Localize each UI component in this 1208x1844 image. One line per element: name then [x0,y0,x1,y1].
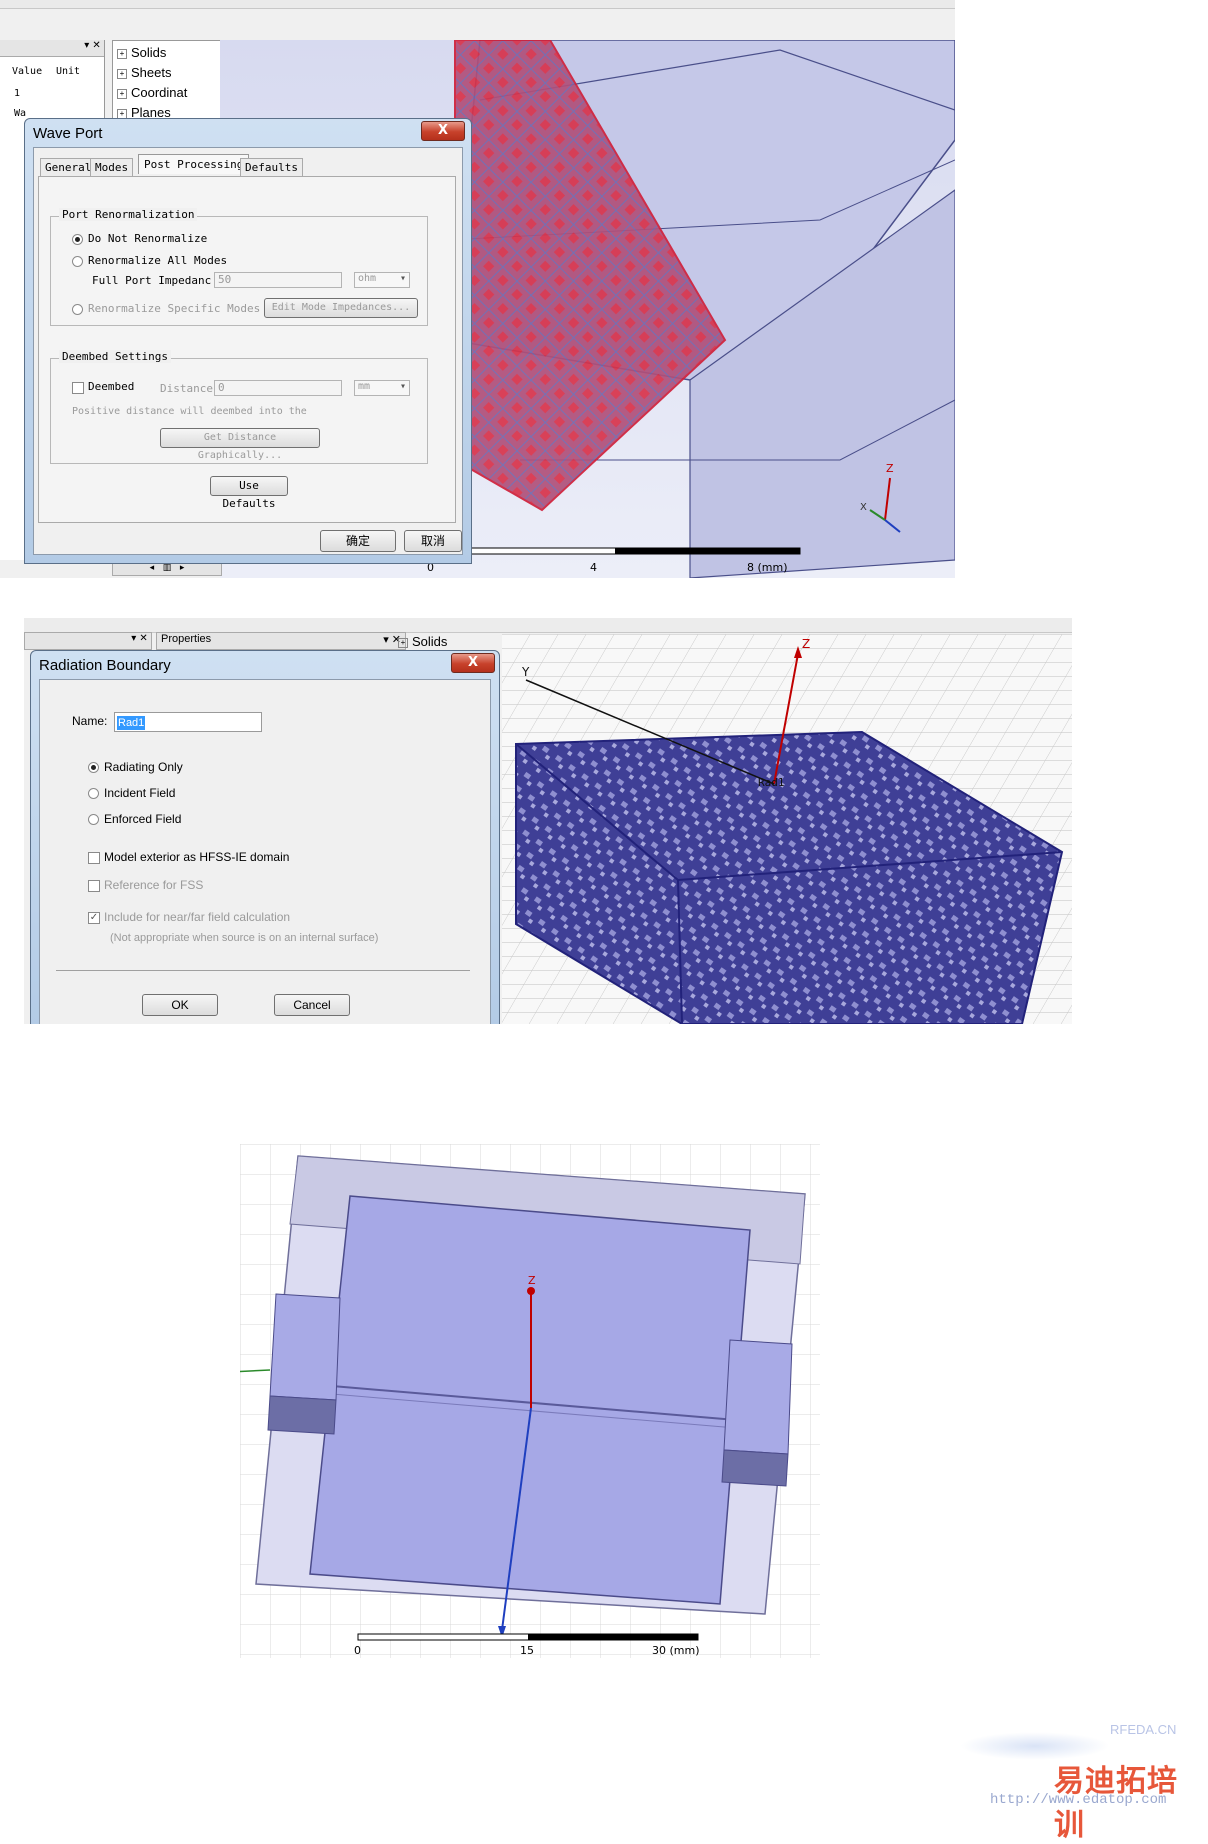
panel-header: ▾ ✕ [0,40,104,57]
deembed-label: Deembed [88,380,135,393]
checkbox-label: Include for near/far field calculation [104,910,291,924]
watermark: RFEDA.CN 易迪拓培训 http://www.edatop.com [950,1712,1206,1843]
scale-tick-2: 8 (mm) [747,561,788,574]
full-port-impedance-input[interactable]: 50 [214,272,342,288]
axis-z-label: Z [528,1274,536,1287]
dialog-body: General Modes Post Processing Defaults P… [33,147,463,555]
ok-button[interactable]: OK [142,994,218,1016]
tab-general[interactable]: General [40,158,97,176]
axis-z-label: Z [886,462,894,475]
radio-label: Radiating Only [104,760,183,774]
close-button[interactable]: X [421,121,465,141]
radio-label: Renormalize All Modes [88,254,228,267]
radio-label: Enforced Field [104,812,182,826]
use-defaults-button[interactable]: Use Defaults [210,476,288,510]
axis-z-label: Z [802,637,810,651]
watermark-site: RFEDA.CN [1110,1722,1177,1737]
reference-fss-checkbox[interactable] [88,880,100,892]
scale-tick-1: 4 [590,561,597,574]
tree-item-coordinates[interactable]: + Coordinat [117,85,187,100]
dialog-title: Radiation Boundary [39,657,171,674]
impedance-unit-select[interactable]: ohm [354,272,410,288]
axis-y-label: Y [521,665,530,679]
viewport-3d[interactable]: Z 0 15 30 (mm) [240,1144,820,1658]
include-near-far-checkbox[interactable]: ✓ [88,912,100,924]
boundary-label: Rad1 [758,776,785,789]
watermark-url: http://www.edatop.com [990,1792,1167,1808]
model-exterior-checkbox[interactable] [88,852,100,864]
wave-port-dialog: Wave Port X General Modes Post Processin… [24,118,472,564]
radiation-boundary-dialog: Radiation Boundary X Name: Rad1 Radiatin… [30,650,500,1024]
deembed-hint: Positive distance will deembed into the [72,406,307,417]
group-label: Port Renormalization [59,208,198,221]
toolbar [0,0,955,9]
get-distance-graphically-button[interactable]: Get Distance Graphically... [160,428,320,461]
tree-item-solids[interactable]: + Solids [117,45,166,60]
radio-enforced-field[interactable] [88,814,99,825]
shot-model-top-view: Z 0 15 30 (mm) [240,1144,820,1658]
scale-tick-0: 0 [354,1644,361,1657]
radio-label: Incident Field [104,786,176,800]
radio-renormalize-specific[interactable] [72,304,83,315]
edit-mode-impedances-button[interactable]: Edit Mode Impedances... [264,298,418,318]
dialog-title: Wave Port [33,125,103,142]
deembed-checkbox[interactable] [72,382,84,394]
radio-renormalize-all[interactable] [72,256,83,267]
viewport-3d[interactable]: Z Y Rad1 [502,634,1072,1024]
table-cell: 1 [14,88,21,99]
note-text: (Not appropriate when source is on an in… [110,932,379,944]
name-input[interactable]: Rad1 [114,712,262,732]
table-cell: Wa [14,108,27,119]
distance-input[interactable]: 0 [214,380,342,396]
close-button[interactable]: X [451,653,495,673]
cancel-button[interactable]: Cancel [274,994,350,1016]
radio-label: Do Not Renormalize [88,232,208,245]
distance-label: Distance [160,382,213,395]
name-input-value: Rad1 [117,716,146,730]
radio-radiating-only[interactable] [88,762,99,773]
radio-incident-field[interactable] [88,788,99,799]
radio-no-renormalize[interactable] [72,234,83,245]
toolbar [24,618,1072,633]
axis-x-label: X [860,502,867,513]
radio-label: Renormalize Specific Modes [88,302,261,315]
checkbox-label: Model exterior as HFSS-IE domain [104,850,290,864]
ok-button[interactable]: 确定 [320,530,396,552]
name-label: Name: [72,714,108,728]
full-port-label: Full Port Impedanc [92,274,212,287]
distance-unit-select[interactable]: mm [354,380,410,396]
scale-tick-1: 15 [520,1644,534,1657]
scale-tick-2: 30 (mm) [652,1644,700,1657]
tree-item-solids[interactable]: + Solids [398,634,447,649]
cancel-button[interactable]: 取消 [404,530,462,552]
tab-post-processing[interactable]: Post Processing [138,154,250,174]
table-header-value: Value [12,66,43,77]
tab-modes[interactable]: Modes [90,158,134,176]
shot-radiation-boundary: ▾ ✕ Properties ▾ ✕ + Solids Z Y Rad1 Rad… [24,618,1072,1024]
tab-defaults[interactable]: Defaults [240,158,303,176]
properties-title: Properties [161,633,212,645]
panel-header: ▾ ✕ [24,632,152,650]
table-header-unit: Unit [56,66,81,77]
checkbox-label: Reference for FSS [104,878,204,892]
shot-wave-port: ▾ ✕ Value Unit 1 Wa + Solids + Sheets + Coo… [0,0,955,578]
group-label: Deembed Settings [59,350,171,363]
divider [56,970,470,971]
dialog-body: Name: Rad1 Radiating Only Incident Field… [39,679,491,1024]
properties-header: Properties ▾ ✕ [156,632,406,650]
tree-item-sheets[interactable]: + Sheets [117,65,171,80]
